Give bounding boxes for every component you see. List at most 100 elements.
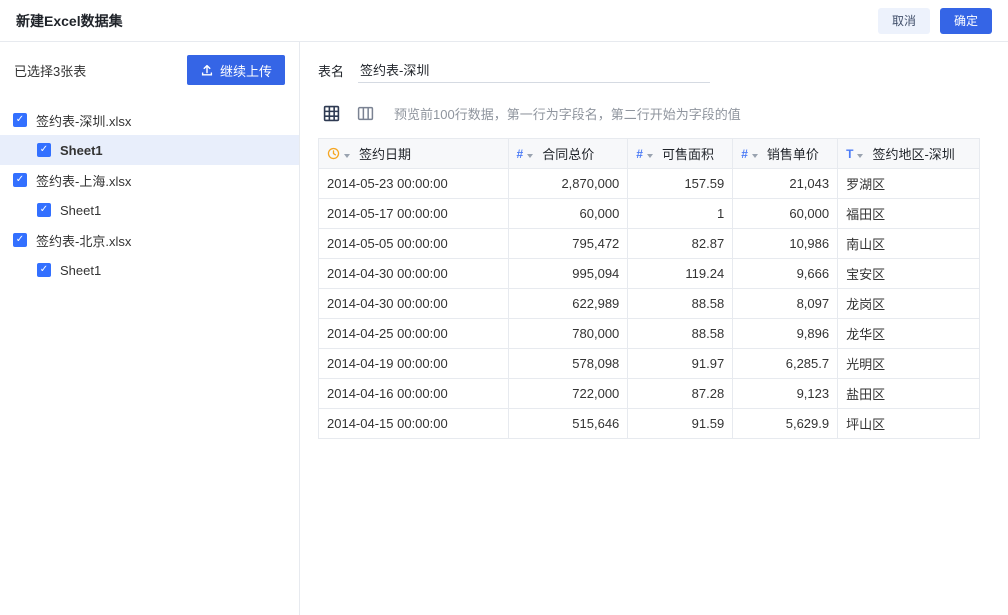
table-cell: 盐田区 xyxy=(838,379,980,409)
continue-upload-button[interactable]: 继续上传 xyxy=(187,55,285,85)
main-panel: 表名 预览前100行数据，第一行为字段名，第二行开始为字段的值 签约日期 #合同总… xyxy=(300,42,1008,615)
column-view-icon xyxy=(357,105,374,122)
upload-icon xyxy=(200,63,214,77)
table-cell: 157.59 xyxy=(628,169,733,199)
table-row: 2014-04-19 00:00:00578,09891.976,285.7光明… xyxy=(319,349,980,379)
file-item[interactable]: ✓ 签约表-深圳.xlsx xyxy=(0,105,299,135)
checkbox-checked-icon[interactable]: ✓ xyxy=(37,203,51,217)
table-row: 2014-04-30 00:00:00995,094119.249,666宝安区 xyxy=(319,259,980,289)
table-cell: 2014-04-30 00:00:00 xyxy=(319,289,509,319)
number-icon: # xyxy=(741,148,748,160)
checkbox-checked-icon[interactable]: ✓ xyxy=(37,143,51,157)
column-label: 可售面积 xyxy=(662,144,714,163)
chevron-down-icon[interactable] xyxy=(647,154,653,158)
table-cell: 87.28 xyxy=(628,379,733,409)
table-cell: 88.58 xyxy=(628,319,733,349)
table-cell: 8,097 xyxy=(733,289,838,319)
table-cell: 780,000 xyxy=(508,319,628,349)
number-icon: # xyxy=(636,148,643,160)
chevron-down-icon[interactable] xyxy=(752,154,758,158)
table-cell: 罗湖区 xyxy=(838,169,980,199)
selected-count-text: 已选择3张表 xyxy=(14,61,86,80)
sheet-name: Sheet1 xyxy=(60,203,101,218)
checkbox-checked-icon[interactable]: ✓ xyxy=(13,113,27,127)
table-cell: 南山区 xyxy=(838,229,980,259)
table-cell: 60,000 xyxy=(733,199,838,229)
column-header[interactable]: # 销售单价 xyxy=(733,139,838,169)
table-row: 2014-04-25 00:00:00780,00088.589,896龙华区 xyxy=(319,319,980,349)
table-cell: 91.59 xyxy=(628,409,733,439)
table-cell: 88.58 xyxy=(628,289,733,319)
column-header-cell: #合同总价 xyxy=(517,144,620,163)
text-icon: T xyxy=(846,148,853,160)
table-cell: 2014-04-25 00:00:00 xyxy=(319,319,509,349)
checkbox-checked-icon[interactable]: ✓ xyxy=(37,263,51,277)
checkbox-checked-icon[interactable]: ✓ xyxy=(13,173,27,187)
preview-toolbar: 预览前100行数据，第一行为字段名，第二行开始为字段的值 xyxy=(318,101,980,125)
grid-view-icon xyxy=(323,105,340,122)
column-label: 签约地区-深圳 xyxy=(872,144,954,163)
sheet-item[interactable]: ✓ Sheet1 xyxy=(0,195,299,225)
table-cell: 10,986 xyxy=(733,229,838,259)
table-cell: 宝安区 xyxy=(838,259,980,289)
table-cell: 1 xyxy=(628,199,733,229)
column-header-cell: # 销售单价 xyxy=(741,144,829,163)
table-cell: 2014-05-23 00:00:00 xyxy=(319,169,509,199)
table-cell: 119.24 xyxy=(628,259,733,289)
checkbox-checked-icon[interactable]: ✓ xyxy=(13,233,27,247)
column-header-cell: T 签约地区-深圳 xyxy=(846,144,971,163)
chevron-down-icon[interactable] xyxy=(527,154,533,158)
file-name: 签约表-深圳.xlsx xyxy=(36,111,131,130)
table-cell: 722,000 xyxy=(508,379,628,409)
column-header-cell: # 可售面积 xyxy=(636,144,724,163)
dialog-body: 已选择3张表 继续上传 ✓签约表-深圳.xlsx✓Sheet1✓签约表-上海.x… xyxy=(0,42,1008,615)
table-row: 2014-04-15 00:00:00515,64691.595,629.9坪山… xyxy=(319,409,980,439)
table-row: 2014-04-16 00:00:00722,00087.289,123盐田区 xyxy=(319,379,980,409)
column-label: 销售单价 xyxy=(767,144,819,163)
table-cell: 2,870,000 xyxy=(508,169,628,199)
cancel-button[interactable]: 取消 xyxy=(878,8,930,34)
table-cell: 995,094 xyxy=(508,259,628,289)
file-name: 签约表-北京.xlsx xyxy=(36,231,131,250)
file-name: 签约表-上海.xlsx xyxy=(36,171,131,190)
grid-view-button[interactable] xyxy=(318,101,344,125)
column-header-cell: 签约日期 xyxy=(327,144,500,163)
column-header[interactable]: 签约日期 xyxy=(319,139,509,169)
table-row: 2014-05-17 00:00:0060,000160,000福田区 xyxy=(319,199,980,229)
table-cell: 9,666 xyxy=(733,259,838,289)
confirm-button[interactable]: 确定 xyxy=(940,8,992,34)
table-cell: 622,989 xyxy=(508,289,628,319)
file-item[interactable]: ✓ 签约表-上海.xlsx xyxy=(0,165,299,195)
topbar-actions: 取消 确定 xyxy=(878,8,992,34)
column-header[interactable]: T 签约地区-深圳 xyxy=(838,139,980,169)
file-item[interactable]: ✓ 签约表-北京.xlsx xyxy=(0,225,299,255)
table-cell: 坪山区 xyxy=(838,409,980,439)
table-cell: 21,043 xyxy=(733,169,838,199)
table-cell: 2014-04-19 00:00:00 xyxy=(319,349,509,379)
sheet-item[interactable]: ✓Sheet1 xyxy=(0,255,299,285)
number-icon: # xyxy=(517,148,524,160)
table-cell: 60,000 xyxy=(508,199,628,229)
new-excel-dataset-dialog: 新建Excel数据集 取消 确定 已选择3张表 继续上传 ✓ 签约表-深圳.xls… xyxy=(0,0,1008,615)
chevron-down-icon[interactable] xyxy=(857,154,863,158)
topbar: 新建Excel数据集 取消 确定 xyxy=(0,0,1008,42)
table-cell: 2014-05-17 00:00:00 xyxy=(319,199,509,229)
table-name-input[interactable] xyxy=(358,57,710,83)
column-header[interactable]: #合同总价 xyxy=(508,139,628,169)
table-name-row: 表名 xyxy=(318,55,980,85)
table-row: 2014-05-05 00:00:00795,47282.8710,986南山区 xyxy=(319,229,980,259)
sheet-name: Sheet1 xyxy=(60,143,103,158)
table-cell: 2014-04-16 00:00:00 xyxy=(319,379,509,409)
file-tree: ✓签约表-深圳.xlsx✓Sheet1✓签约表-上海.xlsx✓Sheet1✓签… xyxy=(0,105,299,285)
table-name-label: 表名 xyxy=(318,61,344,80)
chevron-down-icon[interactable] xyxy=(344,154,350,158)
column-label: 签约日期 xyxy=(359,144,411,163)
column-header[interactable]: # 可售面积 xyxy=(628,139,733,169)
table-cell: 福田区 xyxy=(838,199,980,229)
sheet-item[interactable]: ✓ Sheet1 xyxy=(0,135,299,165)
table-cell: 5,629.9 xyxy=(733,409,838,439)
table-cell: 2014-04-30 00:00:00 xyxy=(319,259,509,289)
table-row: 2014-04-30 00:00:00622,98988.588,097龙岗区 xyxy=(319,289,980,319)
column-view-button[interactable] xyxy=(352,101,378,125)
upload-button-label: 继续上传 xyxy=(220,61,272,80)
